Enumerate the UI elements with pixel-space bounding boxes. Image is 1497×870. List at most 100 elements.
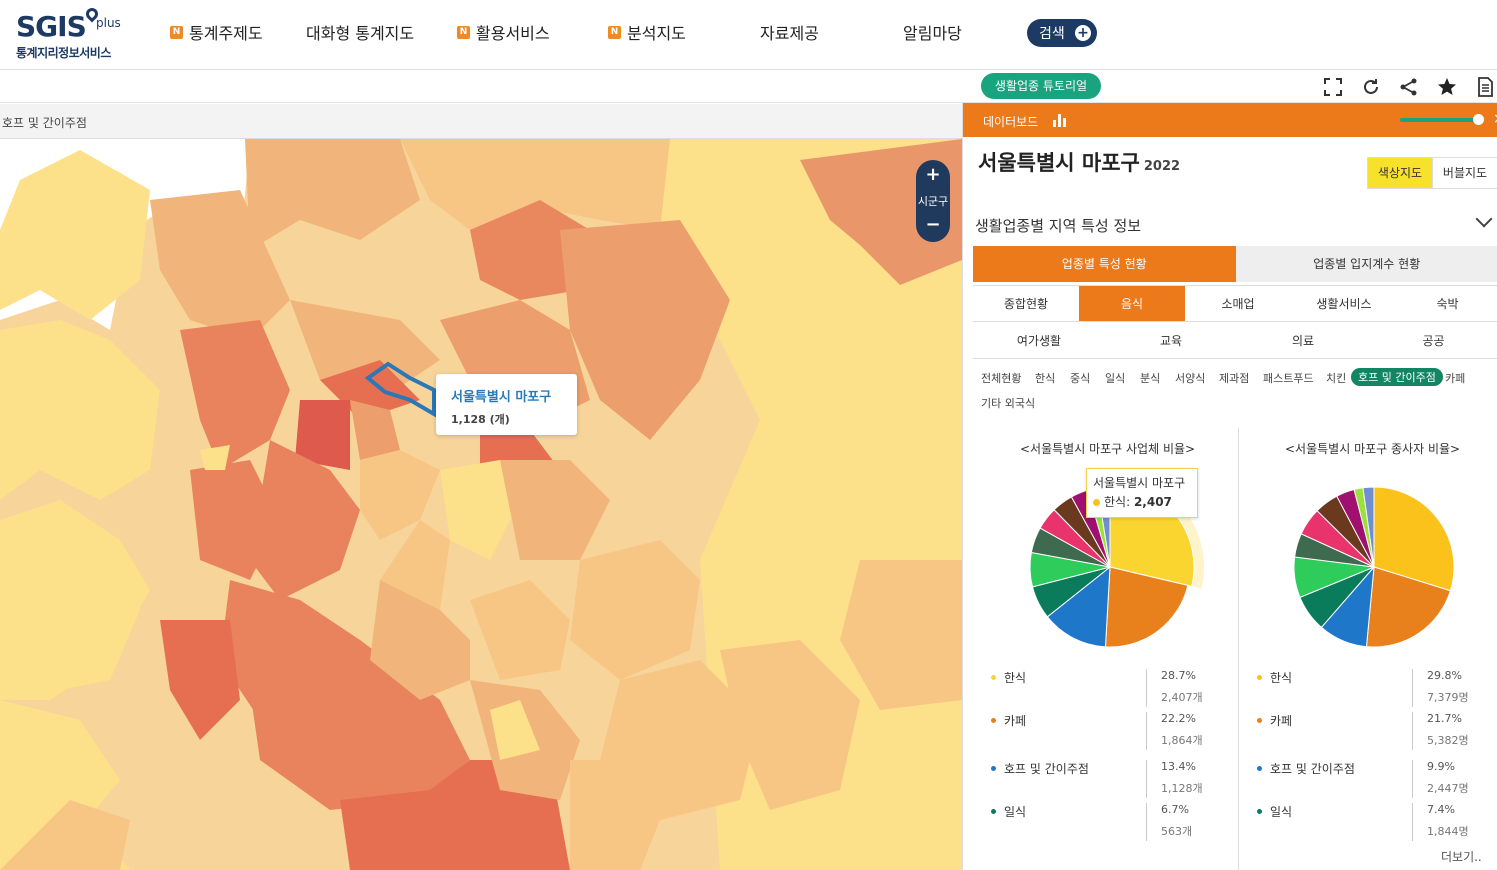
legend-pct: 21.7% xyxy=(1427,712,1462,725)
legend-item: 카페 21.7% 5,382명 xyxy=(1257,712,1487,752)
pie-tooltip-dot xyxy=(1093,499,1100,506)
slider-handle[interactable] xyxy=(1473,114,1484,125)
tab-location-quotient[interactable]: 업종별 입지계수 현황 xyxy=(1235,246,1497,282)
tab-business-characteristics[interactable]: 업종별 특성 현황 xyxy=(973,246,1236,282)
employee-ratio-title: <서울특별시 마포구 종사자 비율> xyxy=(1285,442,1461,456)
legend-label: 카페 xyxy=(1270,714,1293,728)
employee-legend: 한식 29.8% 7,379명 카페 21.7% 5,382명 호프 및 간이주점 9.9… xyxy=(1257,669,1497,849)
close-icon[interactable]: × xyxy=(1493,111,1497,127)
tab-medical[interactable]: 의료 xyxy=(1237,323,1369,359)
map-tooltip: 서울특별시 마포구 1,128 (개) xyxy=(436,374,577,435)
zoom-out-button[interactable]: − xyxy=(916,214,950,235)
legend-label: 일식 xyxy=(1004,805,1027,819)
nav-item-label: 분석지도 xyxy=(627,24,686,43)
nav-item-label: 알림마당 xyxy=(903,24,962,43)
search-button[interactable]: 검색 + xyxy=(1027,19,1097,47)
tab-education[interactable]: 교육 xyxy=(1105,323,1237,359)
tab-lodging[interactable]: 숙박 xyxy=(1397,286,1497,322)
nav-item-label: 대화형 통계지도 xyxy=(306,24,415,43)
chip-bakery[interactable]: 제과점 xyxy=(1219,370,1249,386)
legend-item: 호프 및 간이주점 13.4% 1,128개 xyxy=(991,760,1221,800)
nav-item-interactive-map[interactable]: 대화형 통계지도 xyxy=(306,20,414,44)
sgis-logo[interactable]: SGIS plus 통계지리정보서비스 xyxy=(16,5,146,62)
chip-chicken[interactable]: 치킨 xyxy=(1326,370,1346,386)
business-legend: 한식 28.7% 2,407개 카페 22.2% 1,864개 호프 및 간이주점 13.… xyxy=(991,669,1231,849)
main-tabs: 업종별 특성 현황 업종별 입지계수 현황 xyxy=(973,246,1497,282)
legend-label: 호프 및 간이주점 xyxy=(1004,762,1089,776)
nav-item-analysis-map[interactable]: N 분석지도 xyxy=(608,20,686,44)
tutorial-button[interactable]: 생활업종 튜토리얼 xyxy=(981,73,1101,99)
map-tooltip-title: 서울특별시 마포구 xyxy=(451,390,552,405)
fullscreen-icon[interactable] xyxy=(1323,77,1343,97)
legend-count: 1,128개 xyxy=(1161,782,1203,795)
chip-chinese[interactable]: 중식 xyxy=(1070,370,1090,386)
chart-divider xyxy=(1238,428,1239,870)
nav-item-utility-service[interactable]: N 활용서비스 xyxy=(457,20,550,44)
color-map-option[interactable]: 색상지도 xyxy=(1368,158,1433,188)
legend-dot xyxy=(991,675,996,680)
refresh-icon[interactable] xyxy=(1361,77,1381,97)
legend-count: 5,382명 xyxy=(1427,734,1469,747)
choropleth-map[interactable] xyxy=(0,139,962,870)
share-icon[interactable] xyxy=(1399,77,1419,97)
nav-item-notice[interactable]: 알림마당 xyxy=(903,20,962,44)
chip-other-foreign[interactable]: 기타 외국식 xyxy=(981,395,1035,411)
chip-western[interactable]: 서양식 xyxy=(1175,370,1205,386)
legend-pct: 9.9% xyxy=(1427,760,1455,773)
star-icon[interactable] xyxy=(1437,77,1457,97)
legend-label: 카페 xyxy=(1004,714,1027,728)
tab-public[interactable]: 공공 xyxy=(1369,323,1497,359)
chevron-down-icon[interactable] xyxy=(1475,210,1493,228)
legend-pct: 22.2% xyxy=(1161,712,1196,725)
pie-tooltip: 서울특별시 마포구 한식: 2,407 xyxy=(1086,468,1198,518)
legend-count: 2,447명 xyxy=(1427,782,1469,795)
region-year: 2022 xyxy=(1143,159,1181,174)
bubble-map-option[interactable]: 버블지도 xyxy=(1433,158,1497,188)
chip-snack[interactable]: 분식 xyxy=(1140,370,1160,386)
logo-plus-text: plus xyxy=(96,16,121,30)
map-type-toggle: 색상지도 버블지도 xyxy=(1367,157,1497,189)
document-icon[interactable] xyxy=(1475,77,1495,97)
search-button-label: 검색 xyxy=(1039,26,1065,42)
legend-count: 7,379명 xyxy=(1427,691,1469,704)
region-name: 서울특별시 마포구 xyxy=(978,151,1140,175)
panel-width-slider[interactable] xyxy=(1400,118,1480,122)
nav-item-label: 활용서비스 xyxy=(476,24,550,43)
legend-pct: 13.4% xyxy=(1161,760,1196,773)
zoom-control: + 시군구 − xyxy=(916,160,950,242)
chip-fastfood[interactable]: 패스트푸드 xyxy=(1263,370,1314,386)
map-regions[interactable] xyxy=(0,139,962,870)
chip-japanese[interactable]: 일식 xyxy=(1105,370,1125,386)
chip-pub[interactable]: 호프 및 간이주점 xyxy=(1351,368,1443,386)
map-toolbar: 생활업종 튜토리얼 xyxy=(0,70,1497,103)
tab-leisure[interactable]: 여가생활 xyxy=(973,323,1105,359)
tab-food[interactable]: 음식 xyxy=(1079,286,1185,322)
legend-item: 한식 29.8% 7,379명 xyxy=(1257,669,1487,709)
tab-retail[interactable]: 소매업 xyxy=(1185,286,1291,322)
pie-tooltip-label: 한식 xyxy=(1104,495,1127,509)
nav-item-label: 자료제공 xyxy=(760,24,819,43)
more-link[interactable]: 더보기.. xyxy=(1441,848,1482,865)
legend-item: 카페 22.2% 1,864개 xyxy=(991,712,1221,752)
bar-chart-icon xyxy=(1053,113,1067,127)
legend-count: 2,407개 xyxy=(1161,691,1203,704)
tab-life-service[interactable]: 생활서비스 xyxy=(1291,286,1397,322)
logo-subtitle: 통계지리정보서비스 xyxy=(16,46,111,60)
business-ratio-title: <서울특별시 마포구 사업체 비율> xyxy=(1020,442,1196,456)
pie-tooltip-value: 2,407 xyxy=(1133,495,1172,509)
logo-main-text: SGIS xyxy=(16,10,87,43)
employee-ratio-pie[interactable] xyxy=(1274,467,1474,667)
legend-count: 563개 xyxy=(1161,825,1193,838)
legend-count: 1,844명 xyxy=(1427,825,1469,838)
legend-dot xyxy=(1257,766,1262,771)
tab-overview[interactable]: 종합현황 xyxy=(973,286,1079,322)
legend-item: 일식 7.4% 1,844명 xyxy=(1257,803,1487,843)
nav-item-theme-map[interactable]: N 통계주제도 xyxy=(170,20,263,44)
chip-korean[interactable]: 한식 xyxy=(1035,370,1055,386)
chip-cafe[interactable]: 카페 xyxy=(1445,370,1465,386)
zoom-in-button[interactable]: + xyxy=(916,164,950,185)
new-badge: N xyxy=(608,25,621,39)
chip-all[interactable]: 전체현황 xyxy=(981,370,1021,386)
legend-pct: 6.7% xyxy=(1161,803,1189,816)
nav-item-data-provision[interactable]: 자료제공 xyxy=(760,20,819,44)
